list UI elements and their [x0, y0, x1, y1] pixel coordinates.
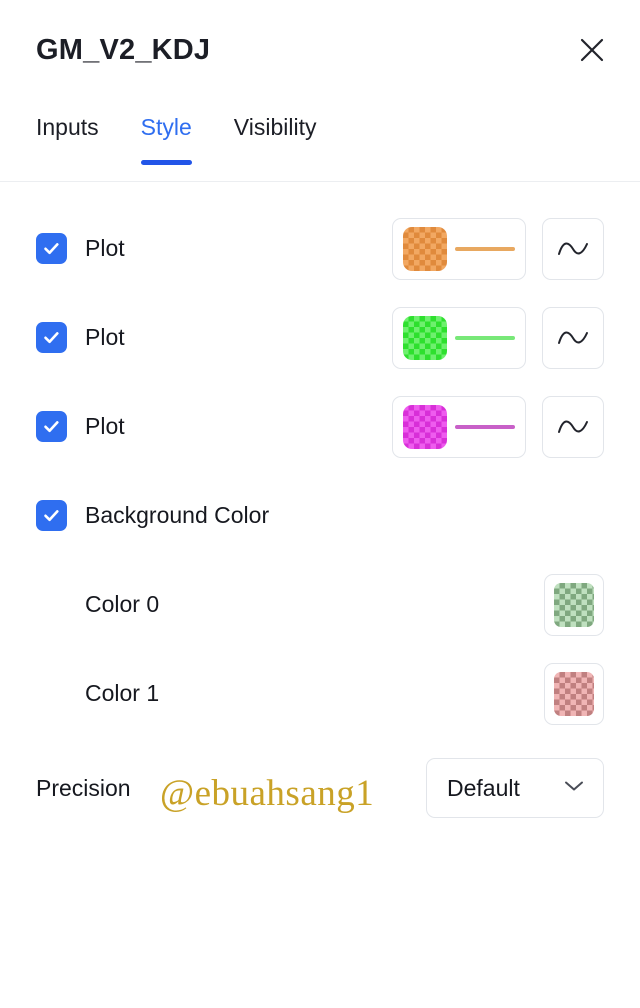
- color-1-controls: [544, 662, 604, 725]
- plot-1-label: Plot: [85, 235, 125, 261]
- plot-row-2: Plot: [0, 293, 640, 382]
- style-rows: Plot Plot Plot Background Color Color 0 …: [0, 182, 640, 838]
- plot-2-color-line-button[interactable]: [392, 306, 526, 369]
- plot-row-3-controls: [392, 395, 604, 458]
- plot-3-label: Plot: [85, 413, 125, 439]
- tab-style-label: Style: [140, 114, 192, 140]
- plot-row-1: Plot: [0, 204, 640, 293]
- color-0-controls: [544, 573, 604, 636]
- tab-visibility-label: Visibility: [233, 114, 317, 140]
- color-1-label: Color 1: [85, 680, 160, 706]
- close-button[interactable]: [570, 28, 614, 72]
- tab-inputs-label: Inputs: [36, 114, 99, 140]
- plot-2-color-swatch: [403, 315, 447, 360]
- plot-3-color-line-button[interactable]: [392, 395, 526, 458]
- plot-3-line-style-button[interactable]: [542, 395, 604, 458]
- precision-controls: Default: [426, 758, 604, 818]
- background-color-checkbox[interactable]: [36, 500, 67, 531]
- plot-row-3: Plot: [0, 382, 640, 471]
- plot-2-line-preview: [455, 335, 515, 340]
- close-icon: [577, 35, 607, 65]
- plot-3-line-preview: [455, 424, 515, 429]
- wave-line-icon: [556, 238, 590, 260]
- color-0-row: Color 0: [0, 560, 640, 649]
- background-color-left: Background Color: [36, 500, 604, 531]
- plot-1-color-swatch: [403, 226, 447, 271]
- background-color-row: Background Color: [0, 471, 640, 560]
- plot-1-line-style-button[interactable]: [542, 217, 604, 280]
- plot-row-2-left: Plot: [36, 322, 392, 353]
- plot-3-color-swatch: [403, 404, 447, 449]
- color-1-swatch: [554, 671, 594, 716]
- plot-2-checkbox[interactable]: [36, 322, 67, 353]
- page-title: GM_V2_KDJ: [36, 33, 211, 66]
- style-settings-panel: GM_V2_KDJ Inputs Style Visibility Plot P…: [0, 0, 640, 1008]
- tab-inputs[interactable]: Inputs: [36, 114, 99, 165]
- plot-1-line-preview: [455, 246, 515, 251]
- panel-header: GM_V2_KDJ: [0, 0, 640, 100]
- background-color-label: Background Color: [85, 502, 270, 528]
- plot-2-line-style-button[interactable]: [542, 306, 604, 369]
- plot-2-label: Plot: [85, 324, 125, 350]
- tab-style[interactable]: Style: [140, 114, 192, 165]
- plot-row-3-left: Plot: [36, 411, 392, 442]
- plot-row-1-left: Plot: [36, 233, 392, 264]
- color-0-swatch: [554, 582, 594, 627]
- color-0-left: Color 0: [36, 591, 544, 618]
- precision-row: Precision Default: [0, 738, 640, 838]
- precision-value: Default: [447, 774, 520, 801]
- chevron-down-icon: [563, 779, 585, 798]
- color-1-row: Color 1: [0, 649, 640, 738]
- plot-3-checkbox[interactable]: [36, 411, 67, 442]
- tab-bar: Inputs Style Visibility: [0, 100, 640, 182]
- plot-row-2-controls: [392, 306, 604, 369]
- color-0-swatch-button[interactable]: [544, 573, 604, 636]
- plot-row-1-controls: [392, 217, 604, 280]
- precision-select[interactable]: Default: [426, 758, 604, 818]
- tab-active-underline: [140, 160, 192, 165]
- precision-label: Precision: [36, 774, 131, 801]
- plot-1-checkbox[interactable]: [36, 233, 67, 264]
- color-1-swatch-button[interactable]: [544, 662, 604, 725]
- plot-1-color-line-button[interactable]: [392, 217, 526, 280]
- tab-visibility[interactable]: Visibility: [234, 114, 317, 165]
- color-0-label: Color 0: [85, 591, 160, 617]
- wave-line-icon: [556, 327, 590, 349]
- precision-left: Precision: [36, 775, 426, 802]
- wave-line-icon: [556, 416, 590, 438]
- color-1-left: Color 1: [36, 680, 544, 707]
